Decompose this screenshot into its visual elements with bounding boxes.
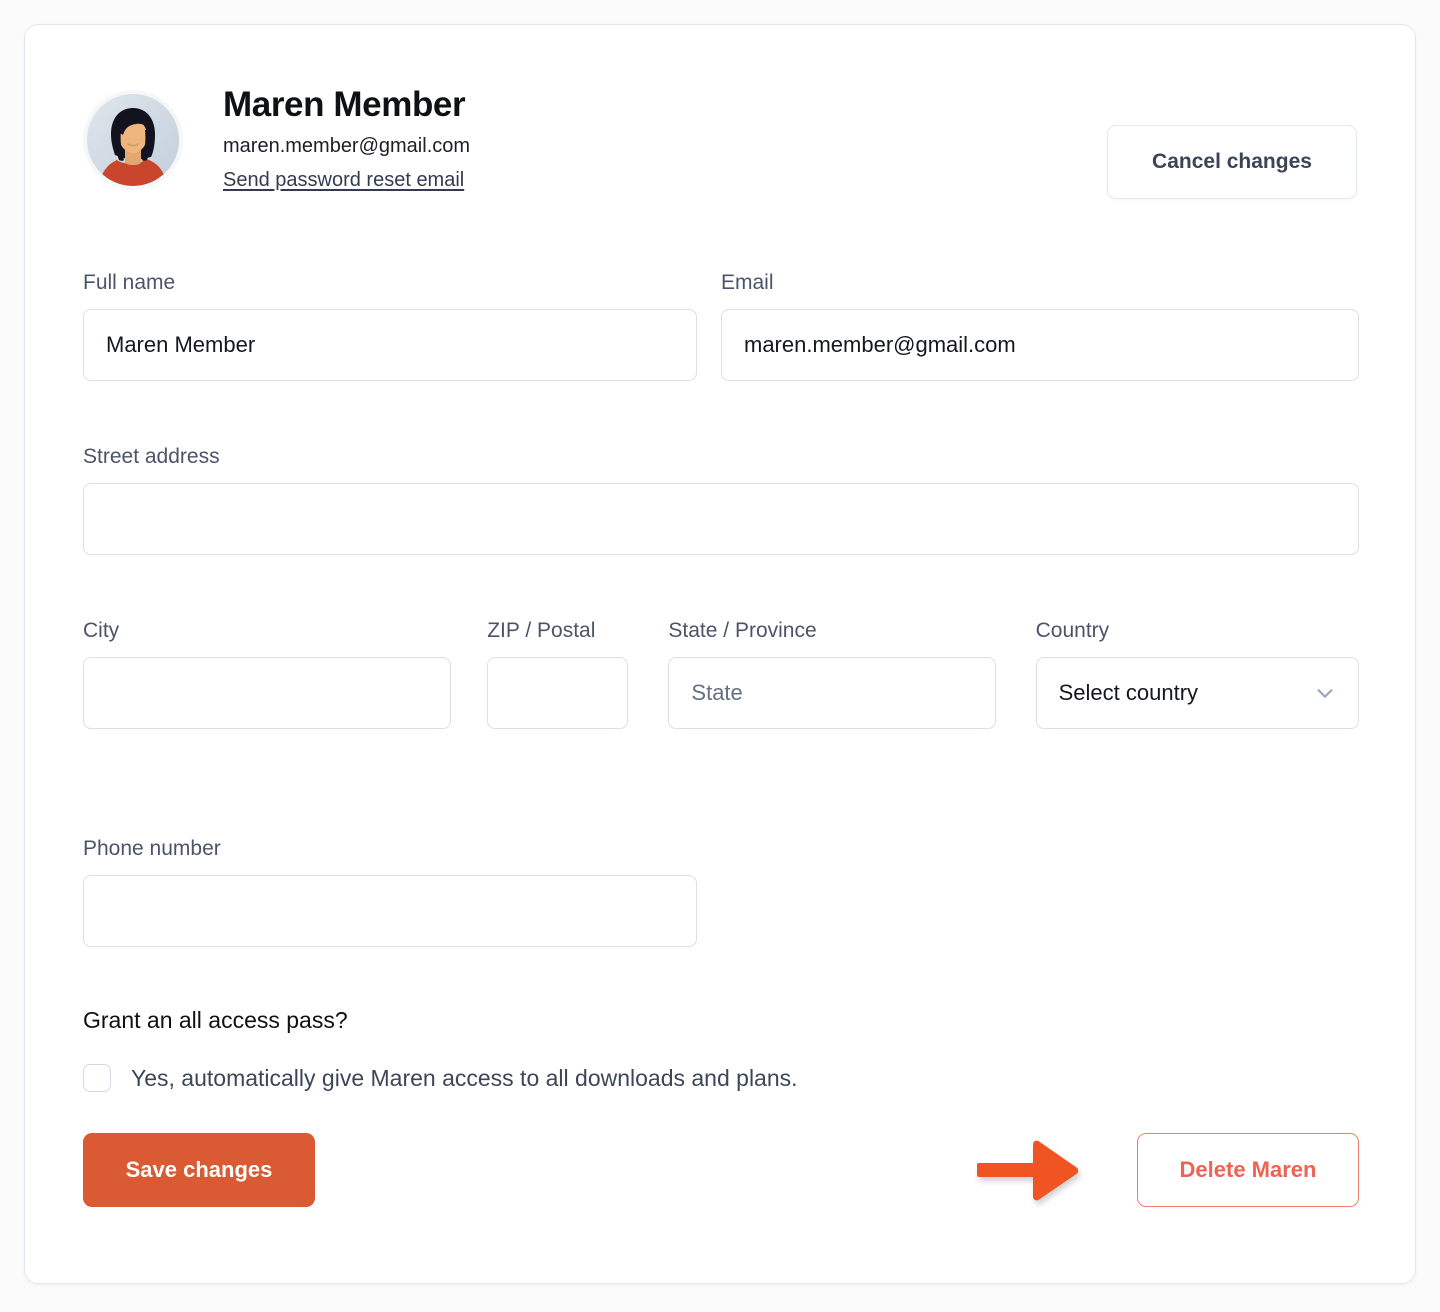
form-actions: Save changes Delete Maren [83, 1133, 1359, 1211]
send-password-reset-link[interactable]: Send password reset email [223, 165, 464, 195]
address-detail-row: City ZIP / Postal State / Province State… [83, 617, 1360, 729]
member-header: Maren Member maren.member@gmail.com Send… [83, 83, 1357, 207]
avatar [83, 90, 183, 190]
access-pass-title: Grant an all access pass? [83, 1007, 348, 1033]
email-label: Email [721, 271, 774, 294]
zip-field: ZIP / Postal [487, 617, 629, 729]
street-address-field: Street address [83, 443, 1359, 555]
state-input[interactable]: State [668, 657, 996, 729]
avatar-image [87, 94, 179, 186]
access-pass-checkbox[interactable] [83, 1064, 111, 1092]
delete-member-button[interactable]: Delete Maren [1137, 1133, 1359, 1207]
page-title: Maren Member [223, 85, 466, 124]
state-label: State / Province [668, 619, 817, 642]
country-select[interactable]: Select country [1035, 657, 1360, 729]
name-email-row: Full name Maren Member Email maren.membe… [83, 269, 1359, 381]
member-identity: Maren Member maren.member@gmail.com Send… [223, 83, 470, 195]
country-select-value: Select country [1058, 680, 1199, 705]
street-address-input[interactable] [83, 483, 1359, 555]
full-name-input[interactable]: Maren Member [83, 309, 697, 381]
zip-label: ZIP / Postal [487, 619, 596, 642]
phone-number-label: Phone number [83, 837, 221, 860]
save-changes-button[interactable]: Save changes [83, 1133, 315, 1207]
phone-number-field: Phone number [83, 835, 697, 947]
zip-input[interactable] [487, 657, 629, 729]
city-input[interactable] [83, 657, 452, 729]
full-name-label: Full name [83, 271, 176, 294]
email-field: Email maren.member@gmail.com [721, 269, 1359, 381]
access-pass-checkbox-row[interactable]: Yes, automatically give Maren access to … [83, 1063, 1359, 1093]
street-address-label: Street address [83, 445, 220, 468]
country-field: Country Select country [1035, 617, 1360, 729]
right-arrow-annotation-icon [977, 1140, 1079, 1201]
avatar-illustration-icon [87, 94, 179, 186]
phone-number-input[interactable] [83, 875, 697, 947]
state-field: State / Province State [668, 617, 996, 729]
city-label: City [83, 619, 120, 642]
city-field: City [83, 617, 452, 729]
full-name-field: Full name Maren Member [83, 269, 697, 381]
access-pass-section: Grant an all access pass? Yes, automatic… [83, 1005, 1359, 1093]
access-pass-checkbox-label: Yes, automatically give Maren access to … [131, 1065, 798, 1091]
member-edit-card: Maren Member maren.member@gmail.com Send… [24, 24, 1416, 1284]
country-label: Country [1035, 619, 1110, 642]
cancel-changes-button[interactable]: Cancel changes [1107, 125, 1357, 199]
chevron-down-icon [1317, 689, 1333, 698]
email-input[interactable]: maren.member@gmail.com [721, 309, 1359, 381]
member-email-text: maren.member@gmail.com [223, 135, 471, 157]
